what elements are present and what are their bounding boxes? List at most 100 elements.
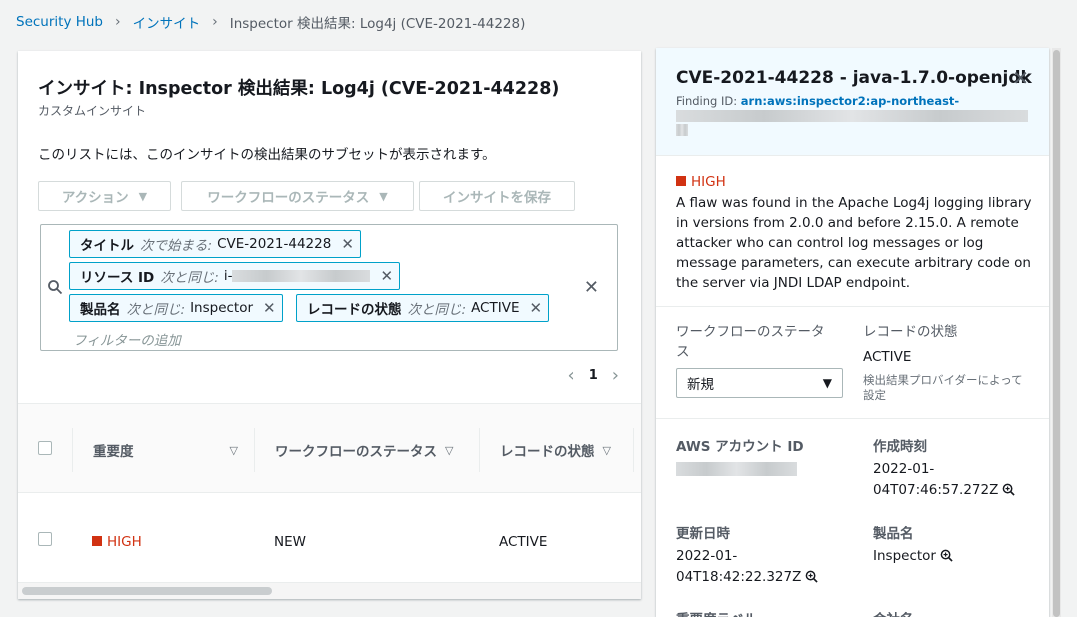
table-header: 重要度 ▽ ワークフローのステータス ▽ レコードの状態 ▽ (18, 403, 641, 493)
page-number[interactable]: 1 (589, 368, 598, 383)
updated-at-value-line1: 2022-01- (676, 548, 738, 564)
filter-token-product-name: 製品名 次と同じ: Inspector ✕ (69, 294, 283, 322)
created-at-label: 作成時刻 (873, 439, 927, 455)
created-at-value-line1: 2022-01- (873, 461, 935, 477)
sort-icon: ▽ (602, 443, 611, 457)
column-header-record-state[interactable]: レコードの状態 ▽ (500, 440, 611, 461)
breadcrumb-current: Inspector 検出結果: Log4j (CVE-2021-44228) (229, 16, 526, 32)
product-name-value: Inspector (873, 548, 936, 564)
column-divider (72, 428, 73, 472)
severity-value: HIGH (107, 534, 142, 550)
close-icon[interactable]: ✕ (1012, 66, 1029, 90)
severity-square-icon (92, 536, 102, 546)
filter-value: i- (223, 268, 233, 284)
updated-at-value-line2: 04T18:42:22.327Z (676, 566, 819, 588)
zoom-in-icon[interactable] (805, 570, 819, 583)
redacted-value (232, 270, 371, 282)
detail-description: A flaw was found in the Apache Log4j log… (676, 195, 1032, 291)
column-divider (479, 428, 480, 472)
remove-filter-icon[interactable]: ✕ (341, 235, 354, 253)
save-insight-button[interactable]: インサイトを保存 (419, 181, 575, 211)
company-name-label: 会社名 (873, 608, 914, 617)
section-divider (656, 418, 1049, 419)
filter-operator: 次と同じ: (126, 302, 186, 318)
chevron-right-icon: › (212, 14, 218, 30)
filter-token-title: タイトル 次で始まる: CVE-2021-44228 ✕ (69, 230, 361, 258)
chevron-right-icon: › (115, 14, 121, 30)
column-divider (633, 428, 634, 472)
updated-at-value: 04T18:42:22.327Z (676, 569, 802, 585)
workflow-status-selected: 新規 (687, 377, 714, 393)
next-page-icon[interactable]: › (612, 365, 619, 386)
insight-panel: インサイト: Inspector 検出結果: Log4j (CVE-2021-4… (18, 51, 641, 599)
created-at-value-line2: 04T07:46:57.272Z (873, 479, 1016, 501)
column-label: ワークフローのステータス (275, 444, 437, 460)
workflow-status-button-label: ワークフローのステータス (207, 190, 370, 206)
filter-token-resource-id: リソース ID 次と同じ: i- ✕ (69, 262, 401, 290)
add-filter-input[interactable]: フィルターの追加 (73, 329, 181, 349)
actions-button-label: アクション (61, 190, 129, 206)
filter-value: CVE-2021-44228 (217, 236, 332, 252)
severity-cell: HIGH (92, 534, 142, 550)
breadcrumb-insights[interactable]: インサイト (133, 12, 201, 32)
filter-operator: 次と同じ: (160, 270, 219, 286)
insight-description: このリストには、このインサイトの検出結果のサブセットが表示されます。 (38, 147, 496, 163)
workflow-status-select[interactable]: 新規 ▼ (676, 368, 843, 398)
column-header-workflow-status[interactable]: ワークフローのステータス ▽ (275, 440, 454, 461)
finding-id-link[interactable]: arn:aws:inspector2:ap-northeast- (741, 94, 959, 108)
remove-filter-icon[interactable]: ✕ (263, 299, 276, 317)
redacted-finding-id (676, 110, 1028, 122)
filter-key: タイトル (80, 238, 134, 254)
filter-operator: 次と同じ: (407, 302, 467, 318)
severity-label-field: 重要度ラベル (676, 608, 757, 617)
filter-key: リソース ID (80, 270, 155, 286)
product-name-label: 製品名 (873, 526, 914, 542)
filter-bar[interactable]: タイトル 次で始まる: CVE-2021-44228 ✕ リソース ID 次と同… (40, 224, 618, 351)
page-title: インサイト: Inspector 検出結果: Log4j (CVE-2021-4… (38, 79, 560, 99)
previous-page-icon[interactable]: ‹ (568, 365, 575, 386)
record-state-value: ACTIVE (863, 349, 912, 365)
severity-square-icon (676, 176, 686, 186)
workflow-status-label: ワークフローのステータス (676, 324, 825, 360)
workflow-status-button[interactable]: ワークフローのステータス ▼ (181, 181, 414, 211)
column-label: 重要度 (93, 444, 134, 460)
clear-filters-icon[interactable]: ✕ (584, 277, 599, 298)
product-name-value-line: Inspector (873, 545, 953, 567)
record-state-hint: 検出結果プロバイダーによって設定 (863, 373, 1023, 402)
pagination: ‹ 1 › (568, 365, 619, 386)
select-all-checkbox[interactable] (38, 441, 52, 455)
actions-button[interactable]: アクション ▼ (38, 181, 171, 211)
finding-detail-panel: CVE-2021-44228 - java-1.7.0-openjdk ✕ Fi… (656, 48, 1049, 617)
filter-token-record-state: レコードの状態 次と同じ: ACTIVE ✕ (296, 294, 550, 322)
created-at-value: 04T07:46:57.272Z (873, 482, 999, 498)
section-divider (656, 306, 1049, 307)
redacted-finding-id (676, 124, 688, 136)
remove-filter-icon[interactable]: ✕ (529, 299, 542, 317)
record-state-label: レコードの状態 (863, 324, 958, 340)
remove-filter-icon[interactable]: ✕ (380, 267, 393, 285)
vertical-scrollbar-thumb[interactable] (1053, 50, 1060, 617)
detail-title: CVE-2021-44228 - java-1.7.0-openjdk (676, 68, 1032, 88)
updated-at-label: 更新日時 (676, 526, 730, 542)
filter-value: ACTIVE (471, 300, 520, 316)
row-checkbox[interactable] (38, 532, 52, 546)
detail-severity: HIGH (676, 174, 726, 190)
zoom-in-icon[interactable] (940, 549, 953, 562)
caret-down-icon: ▼ (379, 189, 388, 203)
sort-icon: ▽ (445, 443, 454, 457)
breadcrumb: Security Hub › インサイト › Inspector 検出結果: L… (16, 12, 525, 32)
workflow-status-cell: NEW (274, 534, 306, 550)
caret-down-icon: ▼ (822, 376, 832, 390)
breadcrumb-security-hub[interactable]: Security Hub (16, 14, 103, 30)
column-header-severity[interactable]: 重要度 ▽ (93, 440, 238, 461)
caret-down-icon: ▼ (138, 189, 148, 203)
filter-key: 製品名 (80, 302, 121, 318)
horizontal-scrollbar-thumb[interactable] (22, 587, 272, 595)
table-row[interactable]: HIGH NEW ACTIVE (18, 493, 641, 583)
zoom-in-icon[interactable] (1002, 483, 1016, 496)
column-label: レコードの状態 (500, 444, 595, 460)
redacted-account-id (676, 462, 797, 476)
finding-id: Finding ID: arn:aws:inspector2:ap-northe… (676, 94, 959, 108)
page-subtitle: カスタムインサイト (38, 104, 147, 118)
filter-key: レコードの状態 (307, 302, 402, 318)
